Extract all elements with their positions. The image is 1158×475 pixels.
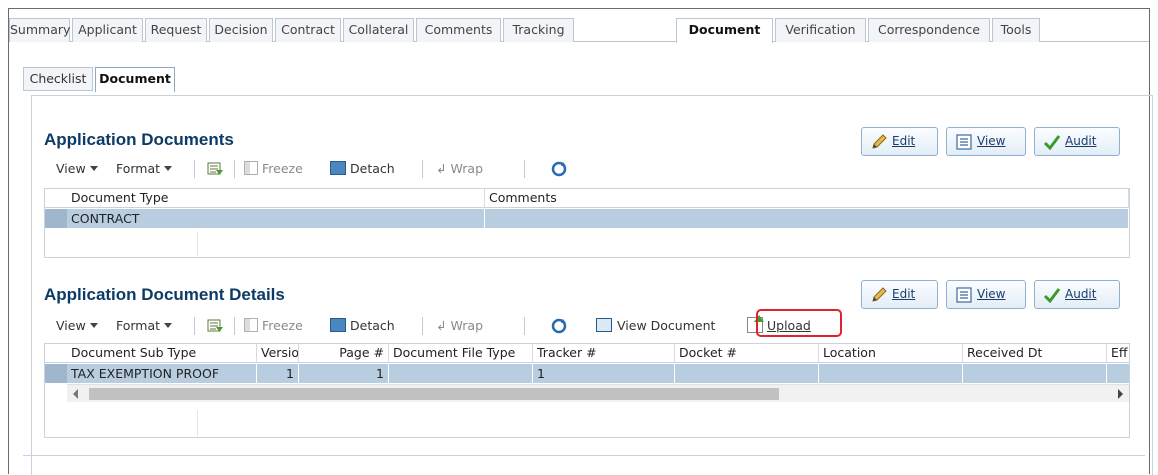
- cell-comments: [485, 209, 1129, 228]
- detach-button[interactable]: Detach: [330, 317, 395, 335]
- view-label: View: [977, 287, 1006, 301]
- col-docket[interactable]: Docket #: [675, 344, 819, 363]
- pencil-icon: [872, 134, 887, 149]
- detach-button[interactable]: Detach: [330, 160, 395, 178]
- format-menu[interactable]: Format: [116, 317, 173, 335]
- tab-document[interactable]: Document: [676, 18, 773, 43]
- edit-label: Edit: [892, 134, 916, 148]
- document-details-grid: Document Sub Type Versio Page # Document…: [44, 343, 1130, 438]
- scroll-right-icon[interactable]: [1118, 389, 1123, 399]
- tab-contract[interactable]: Contract: [275, 18, 341, 42]
- scroll-left-icon[interactable]: [73, 389, 78, 399]
- refresh-icon[interactable]: [550, 160, 568, 178]
- view-document-button[interactable]: View Document: [596, 317, 715, 335]
- tab-correspondence[interactable]: Correspondence: [868, 18, 990, 42]
- cell-eff: [1107, 364, 1129, 383]
- view-menu[interactable]: View: [56, 160, 98, 178]
- scroll-thumb[interactable]: [89, 388, 779, 400]
- cell-version: 1: [257, 364, 299, 383]
- col-version[interactable]: Versio: [257, 344, 299, 363]
- panel-bottom-divider: [23, 455, 1145, 456]
- cell-location: [819, 364, 963, 383]
- format-menu[interactable]: Format: [116, 160, 173, 178]
- col-page[interactable]: Page #: [299, 344, 389, 363]
- grid-header: Document Sub Type Versio Page # Document…: [45, 344, 1129, 363]
- main-tab-bar: Summary Applicant Request Decision Contr…: [9, 18, 1149, 43]
- application-documents-title: Application Documents: [44, 130, 234, 149]
- col-document-file-type[interactable]: Document File Type: [389, 344, 533, 363]
- tab-summary[interactable]: Summary: [9, 18, 70, 42]
- grid-header: Document Type Comments: [45, 189, 1129, 208]
- freeze-button[interactable]: Freeze: [244, 317, 303, 335]
- pencil-icon: [872, 287, 887, 302]
- application-document-details-title: Application Document Details: [44, 285, 285, 304]
- tab-collateral[interactable]: Collateral: [343, 18, 414, 42]
- documents-toolbar: View Format Freeze Detach ↲ Wrap: [44, 156, 1144, 182]
- audit-button-details[interactable]: Audit: [1034, 280, 1120, 309]
- edit-button[interactable]: Edit: [861, 127, 938, 156]
- view-label: View: [977, 134, 1006, 148]
- list-view-icon: [956, 287, 972, 303]
- list-view-icon: [956, 134, 972, 150]
- edit-button-details[interactable]: Edit: [861, 280, 938, 309]
- cell-tracker: 1: [533, 364, 675, 383]
- col-received-dt[interactable]: Received Dt: [963, 344, 1107, 363]
- checkmark-icon: [1043, 135, 1061, 151]
- table-row[interactable]: CONTRACT: [45, 209, 1129, 228]
- tab-applicant[interactable]: Applicant: [72, 18, 143, 42]
- audit-button[interactable]: Audit: [1034, 127, 1120, 156]
- cell-received: [963, 364, 1107, 383]
- cell-document-type: CONTRACT: [67, 209, 485, 228]
- view-button-details[interactable]: View: [946, 280, 1026, 309]
- cell-docket: [675, 364, 819, 383]
- details-toolbar: View Format Freeze Detach ↲ Wrap View Doc…: [44, 313, 1144, 339]
- horizontal-scrollbar[interactable]: [67, 384, 1129, 402]
- view-button[interactable]: View: [946, 127, 1026, 156]
- col-tracker[interactable]: Tracker #: [533, 344, 675, 363]
- tab-comments[interactable]: Comments: [416, 18, 501, 42]
- audit-label: Audit: [1065, 134, 1097, 148]
- view-menu[interactable]: View: [56, 317, 98, 335]
- tab-request[interactable]: Request: [145, 18, 207, 42]
- col-document-sub-type[interactable]: Document Sub Type: [67, 344, 257, 363]
- checkmark-icon: [1043, 288, 1061, 304]
- upload-highlight: [756, 309, 842, 337]
- tab-tools[interactable]: Tools: [992, 18, 1040, 42]
- tab-verification[interactable]: Verification: [775, 18, 866, 42]
- col-eff[interactable]: Eff: [1107, 344, 1129, 363]
- query-by-example-icon[interactable]: [206, 160, 224, 178]
- audit-label: Audit: [1065, 287, 1097, 301]
- table-row[interactable]: TAX EXEMPTION PROOF 1 1 1: [45, 364, 1129, 383]
- col-location[interactable]: Location: [819, 344, 963, 363]
- edit-label: Edit: [892, 287, 916, 301]
- application-frame: Summary Applicant Request Decision Contr…: [8, 8, 1153, 475]
- tab-decision[interactable]: Decision: [209, 18, 273, 42]
- query-by-example-icon[interactable]: [206, 317, 224, 335]
- freeze-button[interactable]: Freeze: [244, 160, 303, 178]
- tab-tracking[interactable]: Tracking: [503, 18, 574, 42]
- documents-grid: Document Type Comments CONTRACT: [44, 188, 1130, 258]
- subtab-checklist[interactable]: Checklist: [23, 67, 93, 91]
- cell-sub-type: TAX EXEMPTION PROOF: [67, 364, 257, 383]
- wrap-button[interactable]: ↲ Wrap: [436, 317, 483, 335]
- refresh-icon[interactable]: [550, 317, 568, 335]
- subtab-document[interactable]: Document: [95, 67, 175, 92]
- cell-page: 1: [299, 364, 389, 383]
- document-content-panel: Application Documents Edit View Audit Vi…: [31, 95, 1153, 475]
- wrap-button[interactable]: ↲ Wrap: [436, 160, 483, 178]
- col-comments[interactable]: Comments: [485, 189, 1129, 208]
- col-document-type[interactable]: Document Type: [67, 189, 485, 208]
- cell-file-type: [389, 364, 533, 383]
